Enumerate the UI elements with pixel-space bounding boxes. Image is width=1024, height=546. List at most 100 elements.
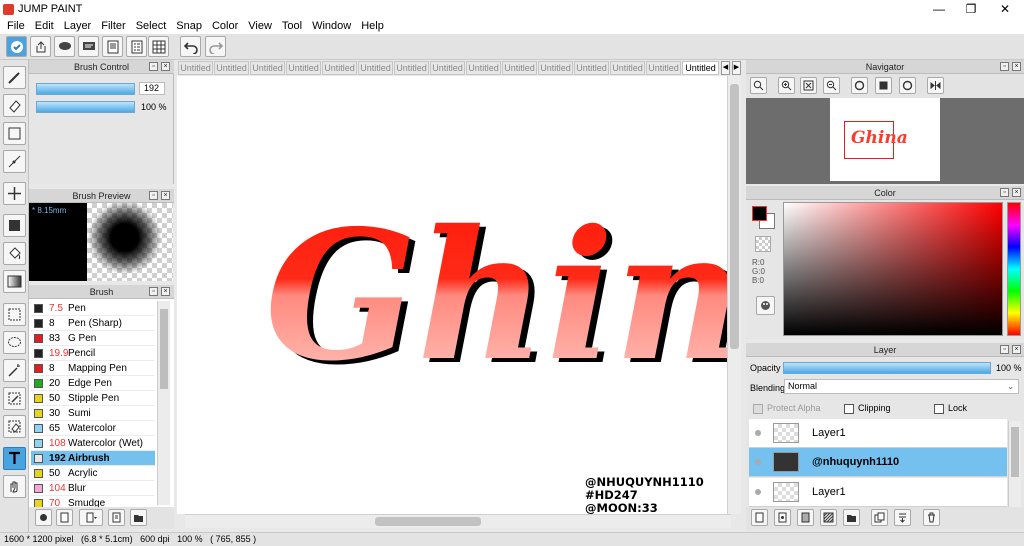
message-button[interactable] [78, 36, 99, 57]
brush-item[interactable]: 30 Sumi [31, 406, 155, 421]
brush-item[interactable]: 50 Stipple Pen [31, 391, 155, 406]
lasso-tool[interactable] [3, 331, 26, 354]
menu-select[interactable]: Select [136, 20, 167, 32]
scrollbar-thumb[interactable] [160, 309, 168, 389]
document-tab[interactable]: Untitled [322, 61, 357, 75]
clipping-checkbox[interactable]: Clipping [844, 403, 891, 414]
fg-color-swatch[interactable] [752, 206, 767, 221]
zoom-in-button[interactable] [778, 77, 795, 94]
document-tab[interactable]: Untitled [574, 61, 609, 75]
eraser-tool[interactable] [3, 94, 26, 117]
text-tool[interactable] [3, 447, 26, 470]
rotate-left-button[interactable] [851, 77, 868, 94]
menu-window[interactable]: Window [312, 20, 351, 32]
visibility-icon[interactable] [755, 430, 761, 436]
hand-tool[interactable] [3, 475, 26, 498]
duplicate-layer-button[interactable] [871, 509, 888, 526]
brush-item[interactable]: 8 Mapping Pen [31, 361, 155, 376]
layer-row[interactable]: Layer1 [749, 478, 1007, 507]
document-tab[interactable]: Untitled [358, 61, 393, 75]
document-tab[interactable]: Untitled [394, 61, 429, 75]
brush-size-value[interactable]: 192 [139, 82, 165, 95]
export-button[interactable] [30, 36, 51, 57]
menu-tool[interactable]: Tool [282, 20, 302, 32]
undo-button[interactable] [180, 36, 201, 57]
document-tab[interactable]: Untitled [286, 61, 321, 75]
panel-close-icon[interactable]: × [1012, 345, 1021, 354]
scrollbar-thumb[interactable] [375, 517, 481, 526]
select-eraser-tool[interactable] [3, 415, 26, 438]
menu-snap[interactable]: Snap [176, 20, 202, 32]
rotate-right-button[interactable] [899, 77, 916, 94]
redo-button[interactable] [205, 36, 226, 57]
flip-button[interactable] [927, 77, 944, 94]
brush-list-scrollbar[interactable] [157, 301, 170, 505]
tab-scroll-right[interactable]: ▶ [732, 61, 741, 75]
canvas-horizontal-scrollbar[interactable] [185, 514, 731, 528]
gradient-tool[interactable] [3, 270, 26, 293]
layer-opacity-slider[interactable] [783, 362, 991, 374]
check-button[interactable] [6, 36, 27, 57]
drawing-canvas[interactable]: Ghina Ghina @NHUQUYNH1110 #HD247 @MOON:3… [177, 76, 727, 514]
menu-help[interactable]: Help [361, 20, 384, 32]
zoom-out-button[interactable] [823, 77, 840, 94]
panel-close-icon[interactable]: × [1012, 62, 1021, 71]
new-8bit-layer-button[interactable] [797, 509, 814, 526]
brush-settings-button[interactable] [35, 509, 52, 526]
panel-undock-icon[interactable]: ▫ [149, 191, 158, 200]
new-folder-button[interactable] [843, 509, 860, 526]
bucket-tool[interactable] [3, 242, 26, 265]
canvas-vertical-scrollbar[interactable] [727, 76, 741, 514]
line-tool[interactable] [3, 150, 26, 173]
page-button[interactable] [102, 36, 123, 57]
document-button[interactable] [126, 36, 147, 57]
panel-close-icon[interactable]: × [161, 191, 170, 200]
move-tool[interactable] [3, 182, 26, 205]
rectangle-tool[interactable] [3, 122, 26, 145]
maximize-button[interactable]: ❐ [954, 0, 988, 18]
rect-select-tool[interactable] [3, 303, 26, 326]
brush-item[interactable]: 19.9 Pencil [31, 346, 155, 361]
navigator-thumbnail[interactable]: Ghina [830, 98, 940, 181]
tab-scroll-left[interactable]: ◀ [721, 61, 730, 75]
document-tab[interactable]: Untitled [466, 61, 501, 75]
new-screentone-layer-button[interactable] [820, 509, 837, 526]
scrollbar-thumb[interactable] [1011, 427, 1019, 477]
magic-wand-tool[interactable] [3, 359, 26, 382]
lock-checkbox[interactable]: Lock [934, 403, 967, 414]
zoom-fit-button[interactable] [750, 77, 767, 94]
layer-row[interactable]: Layer1 [749, 419, 1007, 448]
brush-item[interactable]: 104 Blur [31, 481, 155, 496]
select-pen-tool[interactable] [3, 387, 26, 410]
panel-close-icon[interactable]: × [1012, 188, 1021, 197]
brush-folder-button[interactable] [130, 509, 147, 526]
brush-item[interactable]: 50 Acrylic [31, 466, 155, 481]
palette-button[interactable] [756, 296, 775, 315]
menu-view[interactable]: View [248, 20, 272, 32]
brush-item[interactable]: 108 Watercolor (Wet) [31, 436, 155, 451]
brush-item[interactable]: 65 Watercolor [31, 421, 155, 436]
menu-edit[interactable]: Edit [35, 20, 54, 32]
document-tab[interactable]: Untitled [538, 61, 573, 75]
blending-select[interactable]: Normal ⌄ [784, 379, 1019, 394]
new-brush-button[interactable] [56, 509, 73, 526]
menu-layer[interactable]: Layer [64, 20, 92, 32]
transparent-swatch[interactable] [755, 236, 771, 252]
layer-row[interactable]: @nhuquynh1110 [749, 448, 1007, 477]
delete-layer-button[interactable] [923, 509, 940, 526]
document-tab[interactable]: Untitled [610, 61, 645, 75]
panel-undock-icon[interactable]: ▫ [1000, 345, 1009, 354]
panel-close-icon[interactable]: × [161, 62, 170, 71]
new-halftone-layer-button[interactable] [774, 509, 791, 526]
visibility-icon[interactable] [755, 459, 761, 465]
brush-item[interactable]: 20 Edge Pen [31, 376, 155, 391]
document-tab[interactable]: Untitled [646, 61, 681, 75]
visibility-icon[interactable] [755, 489, 761, 495]
panel-close-icon[interactable]: × [161, 287, 170, 296]
brush-size-slider[interactable] [36, 83, 135, 95]
brush-item[interactable]: 8 Pen (Sharp) [31, 316, 155, 331]
brush-copy-button[interactable] [108, 509, 125, 526]
comment-button[interactable] [54, 36, 75, 57]
panel-undock-icon[interactable]: ▫ [149, 62, 158, 71]
document-tab[interactable]: Untitled [214, 61, 249, 75]
